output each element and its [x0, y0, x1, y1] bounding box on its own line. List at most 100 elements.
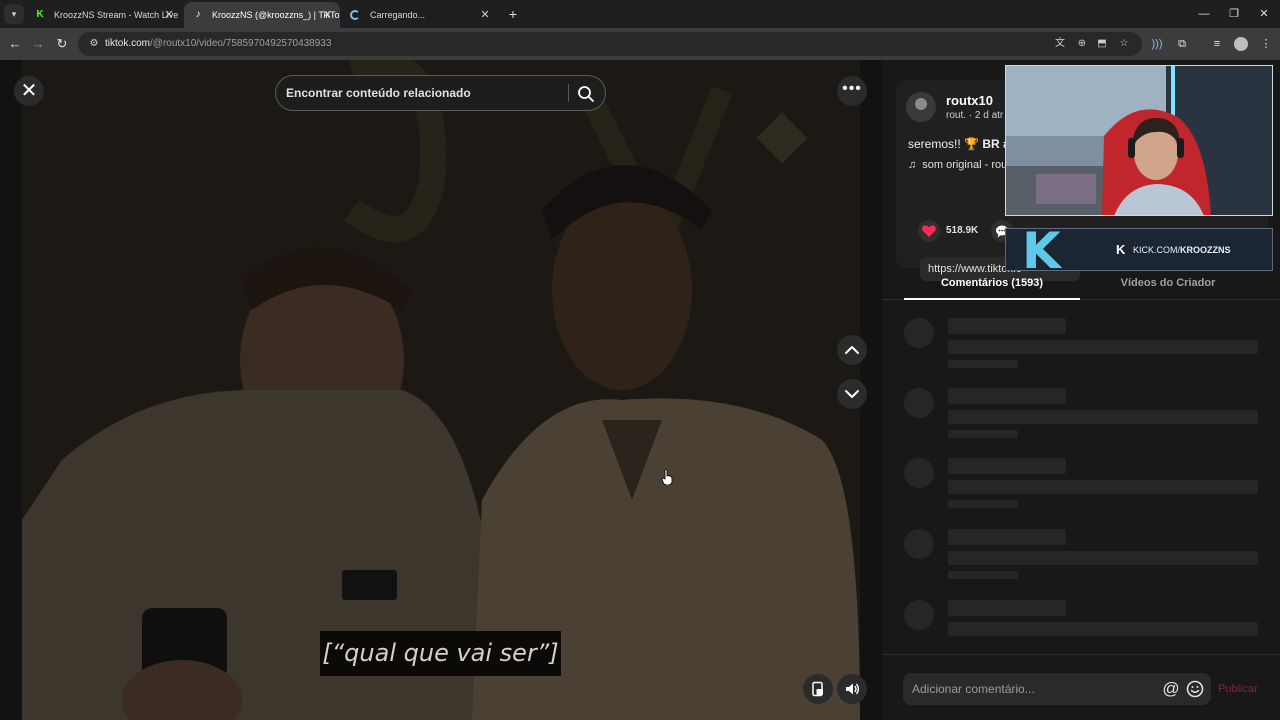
skeleton-line — [948, 458, 1066, 474]
mention-icon[interactable]: @ — [1161, 679, 1181, 699]
new-tab-button[interactable]: + — [504, 4, 522, 24]
close-window-button[interactable]: ✕ — [1248, 0, 1280, 28]
profile-avatar[interactable] — [1234, 37, 1248, 51]
comment-input-wrapper: @ — [903, 673, 1211, 705]
tab-creator-videos[interactable]: Vídeos do Criador — [1080, 272, 1256, 300]
comment-skeleton — [904, 600, 1258, 652]
previous-video-button[interactable] — [837, 335, 867, 365]
video-player[interactable]: ✕ ••• [“qual que vai ser”] — [0, 60, 882, 720]
video-caption: [“qual que vai ser”] — [320, 631, 561, 676]
related-search-bar — [275, 75, 606, 111]
bookmark-star-icon[interactable]: ☆ — [1116, 36, 1132, 52]
tab-search-button[interactable]: ▾ — [4, 4, 24, 24]
comment-skeleton — [904, 318, 1258, 370]
floating-player-icon — [812, 681, 823, 697]
skeleton-line — [948, 360, 1018, 368]
zoom-icon[interactable]: ⊕ — [1074, 36, 1090, 52]
chevron-down-icon — [845, 390, 859, 398]
comment-skeleton — [904, 458, 1258, 510]
related-search-input[interactable] — [286, 76, 566, 110]
close-tab-icon[interactable]: ✕ — [320, 2, 334, 28]
heart-icon — [922, 225, 936, 237]
comment-input[interactable] — [912, 673, 1152, 705]
skeleton-line — [948, 430, 1018, 438]
browser-toolbar: ← → ↻ ⚙ tiktok.com/@routx10/video/758597… — [0, 28, 1280, 60]
skeleton-line — [948, 529, 1066, 545]
skeleton-line — [948, 480, 1258, 494]
skeleton-line — [948, 500, 1018, 508]
site-info-icon[interactable]: ⚙ — [86, 36, 102, 52]
tab-title: KroozzNS Stream - Watch Live — [54, 10, 179, 20]
chevron-up-icon — [845, 346, 859, 354]
browser-tab-loading[interactable]: Carregando... ✕ — [342, 2, 498, 28]
skeleton-line — [948, 600, 1066, 616]
post-description: seremos!! 🏆 BR #r — [908, 137, 1015, 151]
publish-button[interactable]: Publicar — [1218, 673, 1258, 705]
address-bar[interactable]: ⚙ tiktok.com/@routx10/video/758597049257… — [78, 32, 1142, 56]
kick-channel-url: KICK.COM/KROOZZNS — [1133, 245, 1231, 255]
browser-tab-tiktok[interactable]: ♪ KroozzNS (@kroozzns_) | TikTok ✕ — [184, 2, 340, 28]
webcam-scene — [1006, 66, 1272, 215]
back-button[interactable]: ← — [5, 34, 25, 54]
skeleton-avatar — [904, 318, 934, 348]
kick-icon: K — [36, 9, 44, 20]
like-button[interactable] — [918, 220, 940, 242]
tab-title: Carregando... — [370, 10, 426, 20]
music-note-icon: ♫ — [908, 159, 917, 171]
reload-button[interactable]: ↻ — [52, 34, 72, 54]
skeleton-line — [948, 340, 1258, 354]
panel-tabs: Comentários (1593) Vídeos do Criador — [882, 272, 1280, 300]
skeleton-avatar — [904, 600, 934, 630]
skeleton-avatar — [904, 529, 934, 559]
search-icon[interactable] — [576, 84, 596, 104]
browser-tab-strip: ▾ K KroozzNS Stream - Watch Live ✕ ♪ Kro… — [0, 0, 1280, 28]
next-video-button[interactable] — [837, 379, 867, 409]
skeleton-line — [948, 318, 1066, 334]
volume-button[interactable] — [837, 674, 867, 704]
install-app-icon[interactable]: ⬒ — [1094, 36, 1110, 52]
skeleton-avatar — [904, 388, 934, 418]
creator-avatar[interactable] — [906, 92, 936, 122]
skeleton-line — [948, 551, 1258, 565]
kick-logo-icon: K — [1022, 228, 1061, 271]
restore-window-button[interactable]: ❐ — [1218, 0, 1250, 28]
comment-compose-bar: @ Publicar — [882, 654, 1280, 720]
translate-icon[interactable]: 文 — [1052, 36, 1068, 52]
more-options-icon[interactable]: ••• — [837, 76, 867, 106]
browser-menu-icon[interactable]: ⋮ — [1258, 36, 1274, 52]
search-divider — [568, 84, 569, 102]
tab-comments[interactable]: Comentários (1593) — [904, 272, 1080, 300]
comment-skeleton — [904, 388, 1258, 440]
volume-icon — [846, 683, 860, 695]
loading-spinner-icon — [350, 10, 360, 20]
close-tab-icon[interactable]: ✕ — [478, 2, 492, 28]
close-tab-icon[interactable]: ✕ — [162, 2, 176, 28]
comment-skeleton — [904, 529, 1258, 581]
skeleton-line — [948, 388, 1066, 404]
kick-channel-banner: K K KICK.COM/KROOZZNS — [1005, 228, 1273, 271]
video-frame — [22, 60, 860, 720]
skeleton-avatar — [904, 458, 934, 488]
music-link[interactable]: ♫ som original - rou — [908, 159, 1007, 171]
streamer-webcam-overlay — [1005, 65, 1273, 216]
tiktok-icon: ♪ — [195, 9, 201, 20]
audio-playing-icon[interactable]: ))) — [1149, 36, 1165, 52]
url-text: tiktok.com/@routx10/video/75859704925704… — [105, 38, 332, 49]
kick-small-icon: K — [1116, 242, 1126, 257]
browser-tab-kick[interactable]: K KroozzNS Stream - Watch Live ✕ — [26, 2, 182, 28]
skeleton-line — [948, 410, 1258, 424]
floating-player-button[interactable] — [803, 674, 833, 704]
creator-username[interactable]: routx10 — [946, 93, 993, 108]
forward-button[interactable]: → — [28, 34, 48, 54]
creator-meta: rout. · 2 d atr — [946, 110, 1004, 121]
extensions-icon[interactable]: ⧉ — [1174, 36, 1190, 52]
hand-cursor-icon — [661, 469, 673, 485]
emoji-icon[interactable] — [1185, 679, 1205, 699]
minimize-window-button[interactable]: — — [1188, 0, 1220, 28]
like-count: 518.9K — [946, 225, 979, 236]
skeleton-line — [948, 622, 1258, 636]
media-controls-icon[interactable]: ≡ — [1209, 36, 1225, 52]
video-scene — [22, 60, 860, 720]
close-video-button[interactable]: ✕ — [14, 76, 44, 106]
skeleton-line — [948, 571, 1018, 579]
